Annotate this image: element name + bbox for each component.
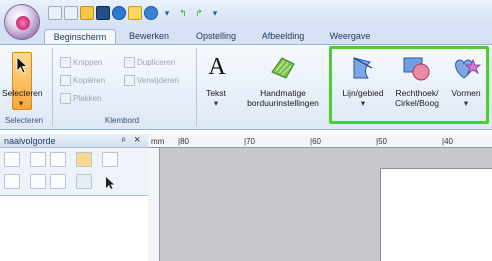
lock-icon[interactable]: [76, 152, 92, 167]
vertical-ruler: [148, 148, 160, 261]
undo-icon[interactable]: ↰: [176, 6, 190, 20]
scissors-icon: [60, 56, 71, 68]
seq-tool-3-icon[interactable]: [50, 152, 66, 167]
close-icon[interactable]: ×: [134, 134, 140, 146]
tab-weergave[interactable]: Weergave: [324, 29, 376, 44]
scissors-sequence-icon[interactable]: [76, 174, 92, 189]
ruler-label: |70: [244, 137, 255, 146]
tekst-dropdown-icon[interactable]: ▾: [211, 98, 221, 108]
dupliceren-button[interactable]: Dupliceren: [124, 55, 175, 69]
tab-bewerken[interactable]: Bewerken: [122, 29, 176, 44]
page-icon[interactable]: [64, 6, 78, 20]
plakken-label: Plakken: [73, 93, 102, 103]
knippen-button[interactable]: Knippen: [60, 55, 102, 69]
qat-menu-icon[interactable]: ▾: [208, 6, 222, 20]
new-icon[interactable]: [48, 6, 62, 20]
save-icon[interactable]: [96, 6, 110, 20]
tab-afbeelding[interactable]: Afbeelding: [254, 29, 312, 44]
panel-header: naaivolgorde ᵖ ×: [0, 134, 148, 148]
seq-tool-8-icon[interactable]: [50, 174, 66, 189]
panel-cursor-icon[interactable]: [104, 176, 116, 190]
print-icon[interactable]: [112, 6, 126, 20]
seq-tool-5-icon[interactable]: [102, 152, 118, 167]
text-icon[interactable]: A: [204, 54, 230, 84]
sequence-list[interactable]: [0, 196, 148, 261]
duplicate-icon: [124, 56, 135, 68]
select-label: Selecteren: [2, 88, 43, 98]
paste-icon: [60, 92, 71, 104]
ruler-label: |60: [310, 137, 321, 146]
panel-toolbar: [0, 148, 148, 196]
ruler-label: |50: [376, 137, 387, 146]
app-orb-icon[interactable]: [4, 4, 40, 40]
plakken-button[interactable]: Plakken: [60, 91, 101, 105]
handmatige-label-2: borduurinstellingen: [247, 98, 319, 108]
quick-access-toolbar: ▾ ↰ ↱ ▾: [48, 5, 222, 21]
verwijderen-button[interactable]: Verwijderen: [124, 73, 179, 87]
pin-icon[interactable]: ᵖ: [122, 135, 125, 145]
tab-opstelling[interactable]: Opstelling: [188, 29, 244, 44]
copy-icon: [60, 74, 71, 86]
kopieren-button[interactable]: Kopiëren: [60, 73, 105, 87]
group-separator: [52, 48, 53, 126]
globe-icon[interactable]: [144, 6, 158, 20]
group-separator: [196, 48, 197, 126]
tab-beginscherm[interactable]: Beginscherm: [44, 29, 116, 44]
orb-core: [16, 16, 30, 30]
seq-tool-6-icon[interactable]: [4, 174, 20, 189]
redo-icon[interactable]: ↱: [192, 6, 206, 20]
seq-tool-2-icon[interactable]: [30, 152, 46, 167]
highlight-box: [329, 46, 489, 124]
dupliceren-label: Dupliceren: [137, 57, 176, 67]
seq-tool-7-icon[interactable]: [30, 174, 46, 189]
ruler-label: |80: [178, 137, 189, 146]
delete-icon: [124, 74, 135, 86]
handmatige-label-1: Handmatige: [260, 88, 306, 98]
knippen-label: Knippen: [73, 57, 103, 67]
tekst-label: Tekst: [206, 88, 226, 98]
ruler-label: |40: [442, 137, 453, 146]
open-icon[interactable]: [80, 6, 94, 20]
panel-title: naaivolgorde: [4, 136, 56, 146]
select-dropdown-icon[interactable]: ▾: [16, 98, 26, 108]
kopieren-label: Kopiëren: [73, 75, 106, 85]
seq-tool-1-icon[interactable]: [4, 152, 20, 167]
group-label-select: Selecteren: [4, 116, 44, 125]
stitch-settings-icon[interactable]: [268, 54, 298, 82]
group-label-clipboard: Klembord: [104, 116, 140, 125]
cursor-icon: [16, 56, 28, 74]
horizontal-ruler: mm |80 |70 |60 |50 |40: [148, 134, 492, 148]
verwijderen-label: Verwijderen: [137, 75, 179, 85]
hoop-paper[interactable]: [380, 168, 492, 261]
chevron-down-icon[interactable]: ▾: [160, 6, 174, 20]
sun-icon[interactable]: [128, 6, 142, 20]
ruler-unit: mm: [151, 137, 165, 146]
